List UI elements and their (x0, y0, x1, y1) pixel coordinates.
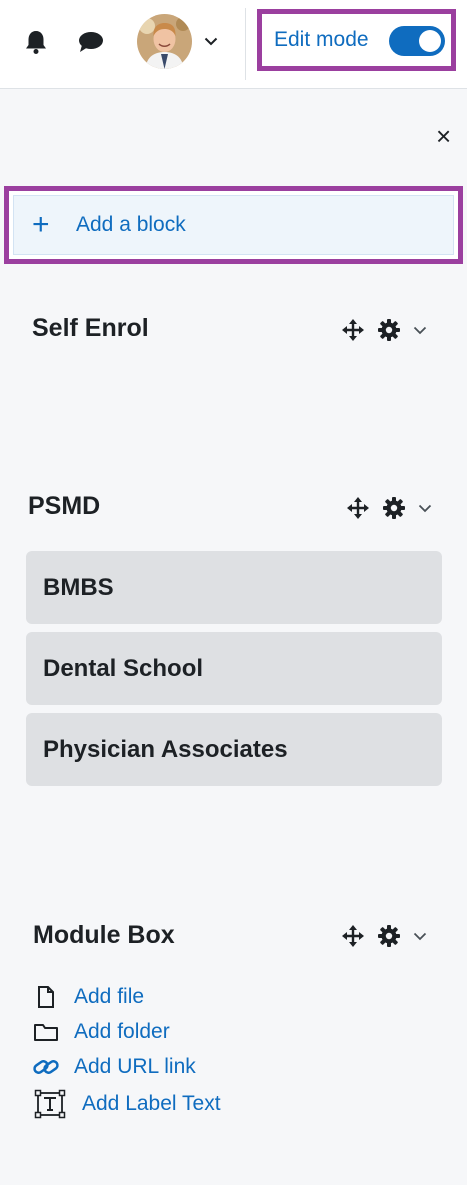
navbar-divider (245, 8, 246, 80)
user-photo (137, 14, 192, 69)
edit-mode-toggle[interactable] (389, 26, 445, 56)
chat-bubble-icon[interactable] (78, 31, 104, 53)
bell-icon[interactable] (24, 29, 48, 55)
close-drawer-button[interactable]: × (436, 123, 451, 149)
add-url-link[interactable]: Add URL link (32, 1055, 196, 1079)
add-block-button[interactable]: + Add a block (13, 195, 454, 255)
toggle-knob (419, 30, 441, 52)
gear-icon[interactable] (382, 496, 406, 520)
psmd-link-bmbs[interactable]: BMBS (26, 551, 442, 624)
move-icon[interactable] (341, 924, 365, 948)
block-title-self-enrol: Self Enrol (32, 314, 149, 342)
link-icon (33, 1060, 59, 1074)
chevron-down-icon[interactable] (418, 504, 432, 513)
add-file-link[interactable]: Add file (36, 985, 144, 1009)
module-box-controls (341, 924, 427, 948)
add-folder-label: Add folder (74, 1020, 170, 1043)
add-url-label: Add URL link (74, 1055, 196, 1078)
file-icon (38, 986, 54, 1008)
add-label-text-link[interactable]: Add Label Text (34, 1089, 221, 1119)
block-title-psmd: PSMD (28, 492, 101, 520)
move-icon[interactable] (341, 318, 365, 342)
text-label-icon (34, 1089, 66, 1119)
self-enrol-controls (341, 318, 427, 342)
move-icon[interactable] (346, 496, 370, 520)
add-file-label: Add file (74, 985, 145, 1008)
folder-icon (34, 1024, 58, 1041)
add-block-label: Add a block (76, 213, 186, 236)
chevron-down-icon[interactable] (413, 326, 427, 335)
psmd-link-dental-school[interactable]: Dental School (26, 632, 442, 705)
plus-icon: + (32, 208, 50, 241)
top-navbar: Edit mode (0, 0, 467, 89)
edit-mode-label[interactable]: Edit mode (274, 28, 369, 52)
user-avatar[interactable] (137, 14, 192, 69)
add-label-text-label: Add Label Text (82, 1092, 221, 1115)
gear-icon[interactable] (377, 924, 401, 948)
block-title-module-box: Module Box (33, 921, 175, 949)
psmd-controls (346, 496, 432, 520)
add-block-highlight: + Add a block (4, 186, 463, 264)
add-folder-link[interactable]: Add folder (33, 1020, 170, 1044)
chevron-down-icon[interactable] (204, 37, 218, 46)
chevron-down-icon[interactable] (413, 932, 427, 941)
gear-icon[interactable] (377, 318, 401, 342)
psmd-link-physician-associates[interactable]: Physician Associates (26, 713, 442, 786)
